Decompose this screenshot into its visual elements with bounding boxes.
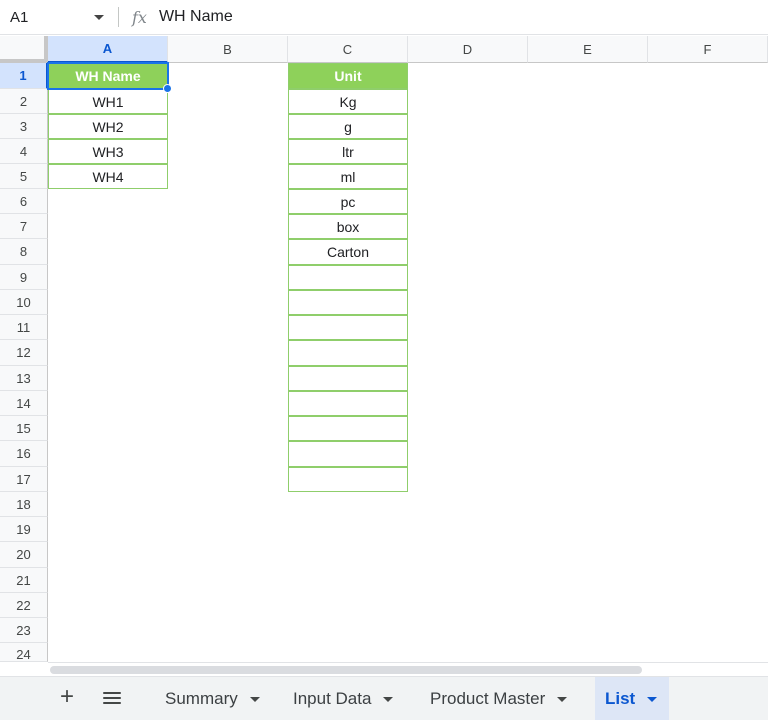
- cell-c1[interactable]: Unit: [288, 63, 408, 89]
- cell-c8[interactable]: Carton: [288, 239, 408, 265]
- fx-icon: fx: [132, 7, 147, 27]
- tab-input-data[interactable]: Input Data: [293, 677, 394, 720]
- horizontal-scrollbar[interactable]: [48, 662, 768, 676]
- row-header-12[interactable]: 12: [0, 340, 48, 366]
- column-header-a[interactable]: A: [48, 36, 168, 63]
- tab-label: Input Data: [293, 689, 372, 708]
- row-header-8[interactable]: 8: [0, 239, 48, 265]
- row-header-4[interactable]: 4: [0, 139, 48, 164]
- column-header-c[interactable]: C: [288, 36, 408, 63]
- cell-c12[interactable]: [288, 340, 408, 366]
- sheet-tab-bar: + Summary Input Data Product Master List: [0, 676, 768, 720]
- caret-down-icon[interactable]: [249, 696, 260, 702]
- tab-summary[interactable]: Summary: [165, 677, 260, 720]
- chevron-down-icon[interactable]: [94, 14, 104, 20]
- tab-label: List: [605, 689, 636, 708]
- row-header-24[interactable]: 24: [0, 643, 48, 662]
- cell-a4[interactable]: WH3: [48, 139, 168, 164]
- name-box-value: A1: [10, 8, 29, 26]
- cell-c4[interactable]: ltr: [288, 139, 408, 164]
- tab-list[interactable]: List: [595, 677, 670, 720]
- row-header-16[interactable]: 16: [0, 441, 48, 467]
- cell-a2[interactable]: WH1: [48, 89, 168, 114]
- formula-input[interactable]: WH Name: [159, 8, 233, 26]
- tab-label: Product Master: [430, 689, 546, 708]
- cell-c7[interactable]: box: [288, 214, 408, 239]
- row-header-15[interactable]: 15: [0, 416, 48, 441]
- caret-down-icon[interactable]: [383, 696, 394, 702]
- all-sheets-menu-icon[interactable]: [103, 692, 121, 706]
- cell-c13[interactable]: [288, 366, 408, 391]
- row-header-13[interactable]: 13: [0, 366, 48, 391]
- fill-handle[interactable]: [163, 84, 172, 93]
- sheet-grid[interactable]: WH Name WH1 WH2 WH3 WH4 Unit Kg g ltr ml…: [47, 62, 768, 663]
- cell-c14[interactable]: [288, 391, 408, 416]
- cell-a3[interactable]: WH2: [48, 114, 168, 139]
- row-header-21[interactable]: 21: [0, 568, 48, 593]
- row-header-11[interactable]: 11: [0, 315, 48, 340]
- tab-product-master[interactable]: Product Master: [430, 677, 568, 720]
- row-header-7[interactable]: 7: [0, 214, 48, 239]
- row-header-17[interactable]: 17: [0, 467, 48, 492]
- tab-label: Summary: [165, 689, 238, 708]
- row-header-1[interactable]: 1: [0, 63, 48, 89]
- select-all-corner[interactable]: [0, 36, 48, 63]
- row-header-2[interactable]: 2: [0, 89, 48, 114]
- scrollbar-thumb[interactable]: [50, 666, 642, 674]
- column-header-e[interactable]: E: [528, 36, 648, 63]
- name-box[interactable]: A1: [0, 0, 112, 35]
- formula-bar: A1 fx WH Name: [0, 0, 768, 35]
- cell-c3[interactable]: g: [288, 114, 408, 139]
- cell-c17[interactable]: [288, 467, 408, 492]
- cell-c2[interactable]: Kg: [288, 89, 408, 114]
- row-header-9[interactable]: 9: [0, 265, 48, 290]
- row-header-22[interactable]: 22: [0, 593, 48, 618]
- cell-c9[interactable]: [288, 265, 408, 290]
- column-header-f[interactable]: F: [648, 36, 768, 63]
- cell-c10[interactable]: [288, 290, 408, 315]
- cell-c5[interactable]: ml: [288, 164, 408, 189]
- row-header-10[interactable]: 10: [0, 290, 48, 315]
- row-header-5[interactable]: 5: [0, 164, 48, 189]
- cell-c11[interactable]: [288, 315, 408, 340]
- cell-c15[interactable]: [288, 416, 408, 441]
- add-sheet-icon[interactable]: +: [55, 685, 79, 710]
- row-header-14[interactable]: 14: [0, 391, 48, 416]
- row-header-19[interactable]: 19: [0, 517, 48, 542]
- row-header-20[interactable]: 20: [0, 542, 48, 568]
- row-header-23[interactable]: 23: [0, 618, 48, 643]
- formula-bar-divider: [118, 7, 119, 27]
- row-header-3[interactable]: 3: [0, 114, 48, 139]
- caret-down-icon[interactable]: [557, 696, 568, 702]
- row-header-18[interactable]: 18: [0, 492, 48, 517]
- cell-c6[interactable]: pc: [288, 189, 408, 214]
- column-header-b[interactable]: B: [168, 36, 288, 63]
- column-header-d[interactable]: D: [408, 36, 528, 63]
- cell-a1[interactable]: WH Name: [48, 63, 168, 89]
- caret-down-icon[interactable]: [647, 696, 658, 702]
- row-header-6[interactable]: 6: [0, 189, 48, 214]
- cell-a5[interactable]: WH4: [48, 164, 168, 189]
- cell-c16[interactable]: [288, 441, 408, 467]
